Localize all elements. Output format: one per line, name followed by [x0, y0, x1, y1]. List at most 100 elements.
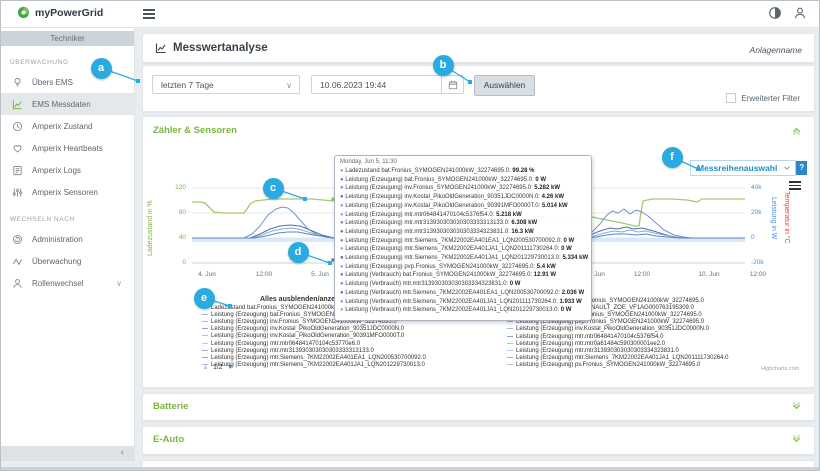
sidebar-item-amperix-heartbeats[interactable]: Amperix Heartbeats	[1, 137, 134, 159]
battery-panel[interactable]: Batterie	[142, 393, 815, 421]
legend-item[interactable]: —Leistung (Erzeugung) inv.Kostal_PikoOld…	[202, 326, 404, 332]
ecar-panel[interactable]: E-Auto	[142, 426, 815, 455]
user-icon[interactable]	[793, 6, 807, 20]
sidebar-item--bers-ems[interactable]: Übers EMS	[1, 71, 134, 93]
sidebar-collapse[interactable]: ‹	[1, 446, 134, 461]
collapse-up-icon[interactable]	[791, 125, 802, 136]
legend-item[interactable]: —Leistung (Erzeugung) mtr.mtr06484147010…	[202, 341, 360, 347]
sidebar-item-label: Amperix Sensoren	[32, 188, 98, 197]
advanced-filter-checkbox[interactable]	[726, 93, 736, 103]
right-axis-tick: 40k	[751, 184, 777, 191]
collapse-icon: ‹	[121, 447, 124, 458]
heart-icon	[12, 143, 23, 154]
chevron-down-icon: ∨	[116, 279, 122, 288]
legend-item[interactable]: —Leistung (Erzeugung) mtr.Siemens_7KM220…	[202, 355, 426, 361]
advanced-filter-label: Erweiterter Filter	[741, 94, 800, 103]
sidebar-item-label: Übers EMS	[32, 78, 73, 87]
legend-item[interactable]: —Leistung (Erzeugung) mtr.Siemens_7KM220…	[202, 362, 425, 368]
legend-dash-icon: —	[507, 355, 513, 361]
calendar-icon	[448, 80, 458, 90]
legend-item[interactable]: —Leistung (Erzeugung) inv.Kostal_PikoOld…	[507, 326, 709, 332]
legend-item[interactable]: —Leistung (Erzeugung) mtr.Siemens_7KM220…	[507, 355, 728, 361]
legend-page-label: 1/2	[213, 364, 223, 371]
app-root: myPowerGrid Techniker ÜBERWACHUNGÜbers E…	[0, 0, 820, 471]
sidebar-item-rollenwechsel[interactable]: Rollenwechsel∨	[1, 272, 134, 294]
left-axis-tick: 0	[151, 259, 186, 266]
x-axis-tick: 12:00	[741, 271, 775, 278]
calendar-button[interactable]	[441, 76, 463, 93]
legend-item[interactable]: —Leistung (Erzeugung) inv.Kostal_PikoOld…	[202, 333, 404, 339]
sidebar-item-amperix-sensoren[interactable]: Amperix Sensoren	[1, 181, 134, 203]
annotation-e: e	[194, 288, 215, 309]
sidebar-item-ems-messdaten[interactable]: EMS Messdaten	[1, 93, 134, 115]
annotation-b: b	[433, 55, 454, 76]
menu-icon[interactable]	[143, 9, 155, 21]
logo[interactable]: myPowerGrid	[17, 6, 103, 19]
x-axis-tick: 10. Jun	[692, 271, 726, 278]
sidebar-section-label: WECHSELN NACH	[10, 216, 134, 223]
tooltip-row: ● Leistung (Erzeugung) pvp.Fronius_SYMOG…	[340, 263, 586, 272]
sidebar-item-amperix-logs[interactable]: Amperix Logs	[1, 159, 134, 181]
left-axis-tick: 80	[151, 209, 186, 216]
chart-tooltip: Monday, Jun 5, 11:30 ● Ladezustand bat.F…	[334, 155, 592, 321]
series-bullet-icon: ●	[340, 238, 345, 244]
tooltip-row: ● Leistung (Erzeugung) mtr.Siemens_7KM22…	[340, 245, 586, 254]
series-bullet-icon: ●	[340, 194, 345, 200]
annotation-d: d	[288, 242, 309, 263]
legend-dash-icon: —	[507, 326, 513, 332]
tooltip-row: ● Leistung (Erzeugung) mtr.mtr0648414701…	[340, 211, 586, 220]
series-bullet-icon: ●	[340, 168, 345, 174]
sidebar-item-amperix-zustand[interactable]: Amperix Zustand	[1, 115, 134, 137]
series-bullet-icon: ●	[340, 264, 345, 270]
bulb-icon	[12, 77, 23, 88]
right-axis-tick: -20k	[751, 259, 777, 266]
tooltip-row: ● Leistung (Erzeugung) bat.Fronius_SYMOG…	[340, 176, 586, 185]
legend-dash-icon: —	[202, 319, 208, 325]
legend-page-down-icon[interactable]: ▼	[227, 364, 234, 371]
collapse-down-icon[interactable]	[791, 434, 802, 445]
series-bullet-icon: ●	[340, 255, 345, 261]
logs-icon	[12, 165, 23, 176]
help-icon[interactable]: ?	[796, 161, 807, 175]
tooltip-row: ● Leistung (Verbrauch) mtr.Siemens_7KM22…	[340, 306, 586, 315]
legend-item[interactable]: —Leistung (Erzeugung) mtr.mtr06484147010…	[507, 334, 663, 340]
chart-title-icon	[155, 42, 167, 54]
user-icon	[12, 278, 23, 289]
legend-item[interactable]: —Leistung (Erzeugung) mtr.mtr0a61484c590…	[507, 341, 665, 347]
sidebar-item-label: Amperix Zustand	[32, 122, 92, 131]
logo-icon	[17, 6, 30, 19]
legend-item[interactable]: —Leistung (Erzeugung) mtr.mtr31393030303…	[202, 348, 374, 354]
left-axis-tick: 40	[151, 234, 186, 241]
role-badge: Techniker	[1, 31, 134, 46]
sidebar-item--berwachung[interactable]: Überwachung	[1, 250, 134, 272]
select-button[interactable]: Auswählen	[474, 75, 535, 96]
x-axis-tick: 12:00	[625, 271, 659, 278]
chevron-down-icon: ∨	[286, 76, 292, 95]
sidebar: Techniker ÜBERWACHUNGÜbers EMSEMS Messda…	[1, 27, 135, 461]
contrast-icon[interactable]	[768, 6, 782, 20]
datetime-input[interactable]: 10.06.2023 19:44	[311, 75, 464, 94]
collapse-down-icon[interactable]	[791, 401, 802, 412]
right-axis-tick: 20k	[751, 209, 777, 216]
tooltip-row: ● Leistung (Erzeugung) mtr.mtr3139303030…	[340, 228, 586, 237]
legend-dash-icon: —	[202, 341, 208, 347]
ecar-panel-title: E-Auto	[153, 434, 184, 445]
tooltip-row: ● Leistung (Verbrauch) mtr.Siemens_7KM22…	[340, 298, 586, 307]
legend-item[interactable]: —Leistung (Erzeugung) mtr.mtr31393030303…	[507, 348, 679, 354]
right-axis-tick: 0	[751, 234, 777, 241]
sidebar-item-label: Administration	[32, 235, 83, 244]
series-select-button[interactable]: Messreihenauswahl ?	[690, 161, 807, 175]
sidebar-item-administration[interactable]: Administration	[1, 228, 134, 250]
legend-dash-icon: —	[507, 334, 513, 340]
chart-context-menu-icon[interactable]	[789, 181, 801, 192]
series-bullet-icon: ●	[340, 290, 345, 296]
sensors-panel-title: Zähler & Sensoren	[153, 125, 237, 136]
tooltip-row: ● Leistung (Erzeugung) inv.Fronius_SYMOG…	[340, 184, 586, 193]
legend-page-up-icon[interactable]: ▲	[202, 364, 209, 371]
tooltip-row: ● Leistung (Verbrauch) mtr.Siemens_7KM22…	[340, 289, 586, 298]
tooltip-header: Monday, Jun 5, 11:30	[340, 159, 586, 165]
legend-dash-icon: —	[507, 341, 513, 347]
legend-dash-icon: —	[507, 348, 513, 354]
legend-item[interactable]: —Leistung (Erzeugung) pv.Fronius_SYMOGEN…	[507, 362, 700, 368]
time-range-select[interactable]: letzten 7 Tage ∨	[152, 75, 300, 94]
